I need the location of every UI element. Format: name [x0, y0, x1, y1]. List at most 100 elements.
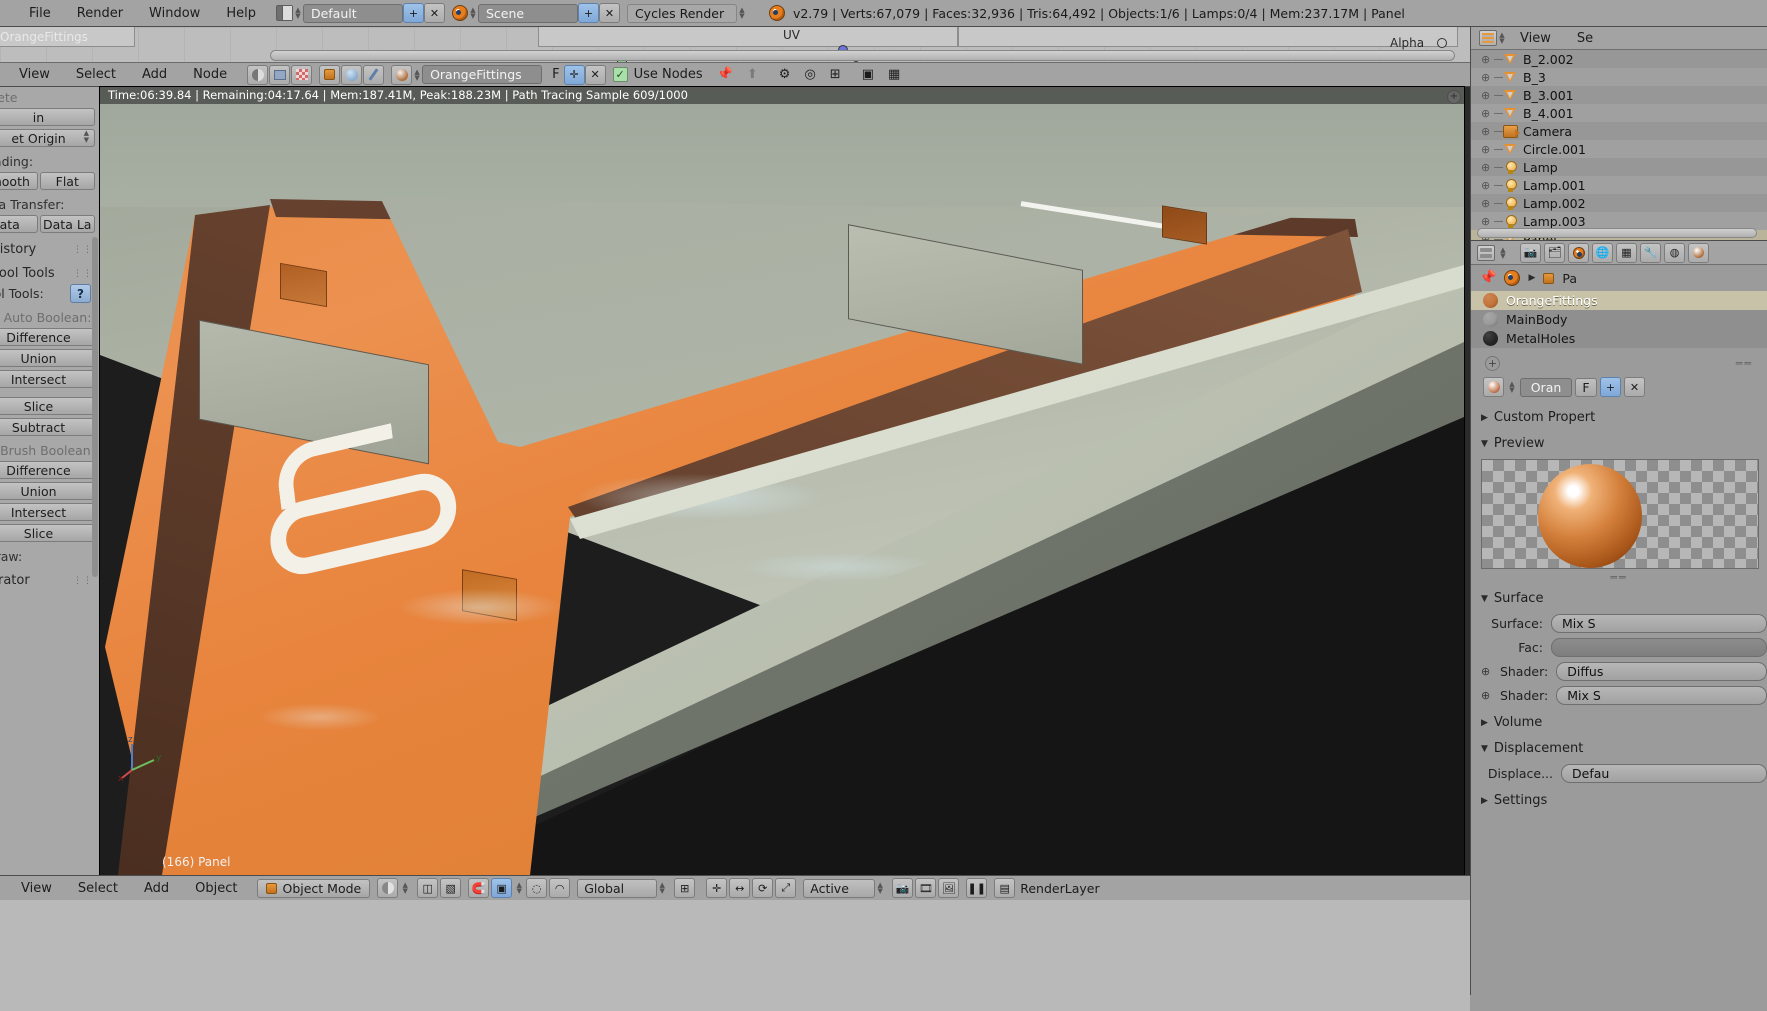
section-settings[interactable]: ▶ Settings	[1471, 786, 1767, 812]
delete-scene-button[interactable]: ✕	[598, 3, 620, 23]
material-name-field[interactable]: Oran	[1520, 377, 1572, 397]
node-menu-select[interactable]: Select	[63, 67, 129, 82]
expand-icon[interactable]: ⊕	[1481, 179, 1494, 192]
outliner-item-camera[interactable]: ⊕ Camera	[1471, 122, 1767, 140]
menu-file[interactable]: File	[16, 6, 64, 21]
pin-icon[interactable]: 📌	[710, 67, 740, 82]
material-slot-mainbody[interactable]: MainBody	[1471, 310, 1767, 329]
proportional-edit-icon[interactable]: ◌	[526, 878, 548, 898]
interaction-mode-select[interactable]: Object Mode	[257, 878, 371, 898]
section-surface[interactable]: ▼ Surface	[1471, 584, 1767, 610]
new-material-button[interactable]: ✛	[563, 64, 585, 85]
render-animation-icon[interactable]: 🎞	[915, 878, 937, 898]
view3d-menu-view[interactable]: View	[8, 881, 65, 896]
auto-union-button[interactable]: Union	[0, 349, 95, 367]
expand-icon[interactable]: ⊕	[1481, 71, 1494, 84]
outliner-item-b-3[interactable]: ⊕ B_3	[1471, 68, 1767, 86]
add-screen-button[interactable]: +	[402, 3, 424, 23]
outliner-item-lamp[interactable]: ⊕ Lamp	[1471, 158, 1767, 176]
expand-icon[interactable]: ⊕	[1481, 143, 1494, 156]
preview-resize-handle[interactable]: ══	[1471, 571, 1767, 584]
node-preview-icon[interactable]: ▦	[881, 67, 907, 82]
menu-window[interactable]: Window	[136, 6, 213, 21]
browse-material-stepper[interactable]: ▲ ▼	[1507, 378, 1517, 397]
overlay-icon[interactable]: ⊞	[823, 67, 848, 82]
scene-layers-icon[interactable]: ▧	[440, 878, 462, 898]
material-slot-metalholes[interactable]: MetalHoles	[1471, 329, 1767, 348]
modifier-tab-icon[interactable]: 🔧	[1640, 242, 1661, 263]
expand-icon[interactable]: ⊕	[1481, 197, 1494, 210]
outliner-item-b-2-002[interactable]: ⊕ B_2.002	[1471, 50, 1767, 68]
shade-flat-button[interactable]: Flat	[39, 172, 95, 190]
material-tab-icon[interactable]	[1688, 242, 1709, 263]
slot-list-resize-handle[interactable]: ══	[1736, 357, 1753, 370]
world-tab-icon[interactable]: 🌐	[1592, 242, 1613, 263]
delete-screen-button[interactable]: ✕	[423, 3, 445, 23]
brush-union-button[interactable]: Union	[0, 482, 95, 500]
tool-shelf[interactable]: elete in et Origin ▲▼ hading: mooth Flat…	[0, 87, 100, 875]
manipulator-scale-icon[interactable]: ⤢	[775, 878, 797, 898]
snap-icon[interactable]: ⚙	[772, 67, 798, 82]
panel-bool-tools[interactable]: Bool Tools ⋮⋮	[0, 266, 99, 281]
shader-type-icon[interactable]	[247, 64, 269, 85]
expand-icon[interactable]: ⊕	[1481, 53, 1494, 66]
snap-stepper[interactable]: ▲ ▼	[514, 878, 524, 897]
outliner-item-lamp-002[interactable]: ⊕ Lamp.002	[1471, 194, 1767, 212]
node-backdrop-icon[interactable]: ▣	[855, 67, 881, 82]
render-display-icon[interactable]: 🖼	[938, 878, 960, 898]
shader-value[interactable]: Diffus	[1556, 661, 1767, 681]
panel-operator[interactable]: erator ⋮⋮	[0, 573, 99, 588]
go-to-parent-icon[interactable]: ⬆	[740, 67, 765, 82]
fac-slider[interactable]	[1551, 637, 1767, 657]
object-shader-icon[interactable]	[319, 64, 341, 85]
scene-field[interactable]: Scene	[477, 3, 578, 23]
render-tab-icon[interactable]: 📷	[1520, 242, 1541, 263]
editor-type-icon[interactable]	[1479, 30, 1497, 46]
render-layer-icon[interactable]: ▤	[994, 878, 1016, 898]
outliner-item-circle-001[interactable]: ⊕ Circle.001	[1471, 140, 1767, 158]
outliner-menu-view[interactable]: View	[1507, 31, 1564, 46]
material-preview[interactable]	[1481, 459, 1759, 569]
unlink-material-button[interactable]: ✕	[584, 64, 606, 85]
manipulator-translate-icon[interactable]: ↔	[729, 878, 751, 898]
brush-intersect-button[interactable]: Intersect	[0, 503, 95, 521]
editor-type-stepper[interactable]: ▲ ▼	[1498, 243, 1508, 262]
scene-stepper[interactable]: ▲ ▼	[468, 4, 478, 23]
pivot-point-icon[interactable]: ⊞	[674, 878, 696, 898]
scene-tab-icon[interactable]	[1568, 242, 1589, 263]
node-menu-add[interactable]: Add	[129, 67, 180, 82]
displacement-value[interactable]: Defau	[1561, 763, 1767, 783]
manipulator-toggle-icon[interactable]: ✛	[706, 878, 728, 898]
auto-slice-button[interactable]: Slice	[0, 397, 95, 415]
help-icon[interactable]: ?	[70, 284, 91, 303]
render-camera-icon[interactable]: 📷	[892, 878, 914, 898]
use-nodes-checkbox[interactable]: ✓	[612, 67, 628, 82]
editor-type-icon[interactable]	[1477, 244, 1495, 261]
expand-icon[interactable]: ⊕	[1481, 215, 1494, 228]
outliner-item-lamp-001[interactable]: ⊕ Lamp.001	[1471, 176, 1767, 194]
outliner-tree[interactable]: ⊕ B_2.002 ⊕ B_3 ⊕ B_3.001 ⊕ B_4.001 ⊕ Camera ⊕ Circ…	[1471, 50, 1767, 240]
section-custom-properties[interactable]: ▶ Custom Propert	[1471, 403, 1767, 429]
material-browse-stepper[interactable]: ▲ ▼	[412, 65, 422, 84]
editor-type-stepper[interactable]: ▲ ▼	[1497, 29, 1507, 48]
outliner-item-b-3-001[interactable]: ⊕ B_3.001	[1471, 86, 1767, 104]
node-menu-view[interactable]: View	[6, 67, 63, 82]
auto-intersect-button[interactable]: Intersect	[0, 370, 95, 388]
render-layers-tab-icon[interactable]: 🗂	[1544, 242, 1565, 263]
node-socket-alpha[interactable]	[1437, 38, 1447, 48]
menu-help[interactable]: Help	[213, 6, 269, 21]
brush-shader-icon[interactable]	[363, 64, 385, 85]
add-scene-button[interactable]: +	[577, 3, 599, 23]
material-name-field[interactable]: OrangeFittings	[422, 65, 543, 84]
expand-icon[interactable]: ⊕	[1481, 107, 1494, 120]
outliner-menu-search[interactable]: Se	[1564, 31, 1606, 46]
object-tab-icon[interactable]: ▦	[1616, 242, 1637, 263]
transform-orientation-select[interactable]: Global	[577, 878, 658, 898]
expand-icon[interactable]: ⊕	[1481, 89, 1494, 102]
proportional-falloff-icon[interactable]: ◠	[549, 878, 571, 898]
expand-icon[interactable]: ⊕	[1481, 665, 1490, 678]
outliner-editor[interactable]: ▲ ▼ View Se ⊕ B_2.002 ⊕ B_3 ⊕ B_3.001 ⊕ B_4.001 ⊕…	[1470, 27, 1767, 240]
toolshelf-scrollbar[interactable]	[92, 237, 98, 577]
magnet-snap-icon[interactable]: 🧲	[468, 878, 490, 898]
outliner-item-b-4-001[interactable]: ⊕ B_4.001	[1471, 104, 1767, 122]
